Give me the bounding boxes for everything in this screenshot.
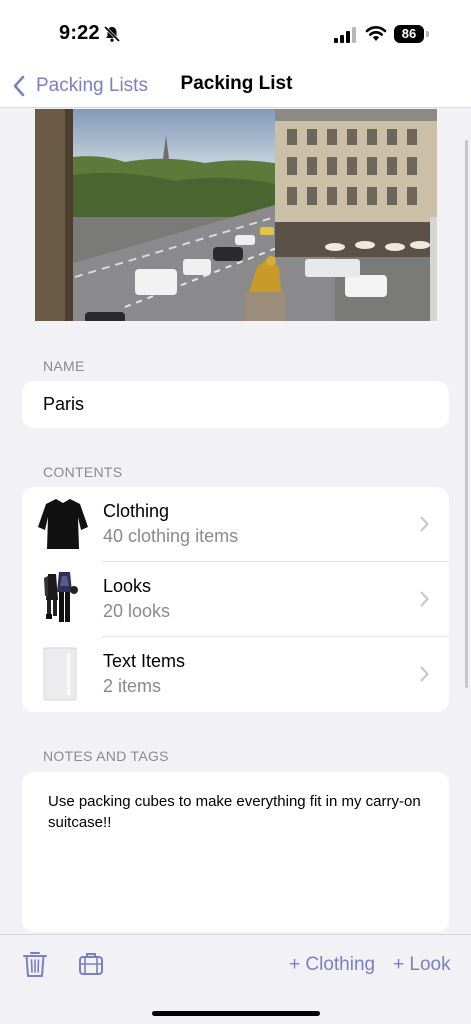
text-item-thumbnail [43, 647, 77, 701]
battery-level: 86 [394, 25, 424, 43]
battery-tip [426, 31, 429, 37]
list-item-subtitle: 2 items [103, 676, 162, 696]
navigation-bar: Packing Lists Packing List [0, 64, 471, 108]
list-item-looks[interactable]: Looks 20 looks [22, 562, 449, 637]
scroll-content[interactable]: NAME Paris CONTENTS Clothing 40 clothing… [0, 109, 471, 934]
list-item-title: Text Items [103, 651, 186, 671]
trash-icon[interactable] [22, 950, 48, 978]
chevron-right-icon [420, 591, 429, 607]
name-section-label: NAME [43, 358, 85, 374]
notes-field[interactable]: Use packing cubes to make everything fit… [22, 772, 449, 932]
notes-text: Use packing cubes to make everything fit… [48, 793, 421, 831]
page-title: Packing List [180, 73, 293, 94]
black-dress-thumbnail [38, 499, 88, 549]
battery-icon: 86 [394, 24, 430, 44]
notes-section-label: NOTES AND TAGS [43, 748, 169, 764]
list-item-title: Looks [103, 576, 152, 596]
add-look-button[interactable]: + Look [393, 954, 451, 976]
list-item-title: Clothing [103, 501, 170, 521]
name-value: Paris [43, 394, 85, 414]
status-time: 9:22 [59, 22, 100, 44]
cover-photo[interactable] [35, 109, 437, 321]
bell-slash-icon [103, 25, 121, 43]
outfits-thumbnail [44, 572, 78, 622]
list-item-subtitle: 20 looks [103, 601, 171, 621]
name-field[interactable]: Paris [22, 381, 449, 428]
suitcase-icon[interactable] [78, 951, 104, 977]
scroll-indicator[interactable] [465, 140, 468, 688]
home-indicator[interactable] [152, 1011, 320, 1016]
contents-list: Clothing 40 clothing items Looks 20 look… [22, 487, 449, 712]
screen: 9:22 86 Packing Lists Packing List NAME … [0, 0, 471, 1024]
chevron-right-icon [420, 666, 429, 682]
list-item-text-items[interactable]: Text Items 2 items [22, 637, 449, 712]
bottom-toolbar: + Clothing + Look [0, 934, 471, 1024]
chevron-right-icon [420, 516, 429, 532]
add-clothing-button[interactable]: + Clothing [289, 954, 375, 976]
list-item-clothing[interactable]: Clothing 40 clothing items [22, 487, 449, 562]
list-item-subtitle: 40 clothing items [103, 526, 239, 546]
status-bar: 9:22 86 [0, 0, 471, 64]
paris-street-photo [35, 109, 437, 321]
cellular-signal-icon [334, 27, 356, 43]
contents-section-label: CONTENTS [43, 464, 123, 480]
wifi-icon [365, 26, 387, 41]
